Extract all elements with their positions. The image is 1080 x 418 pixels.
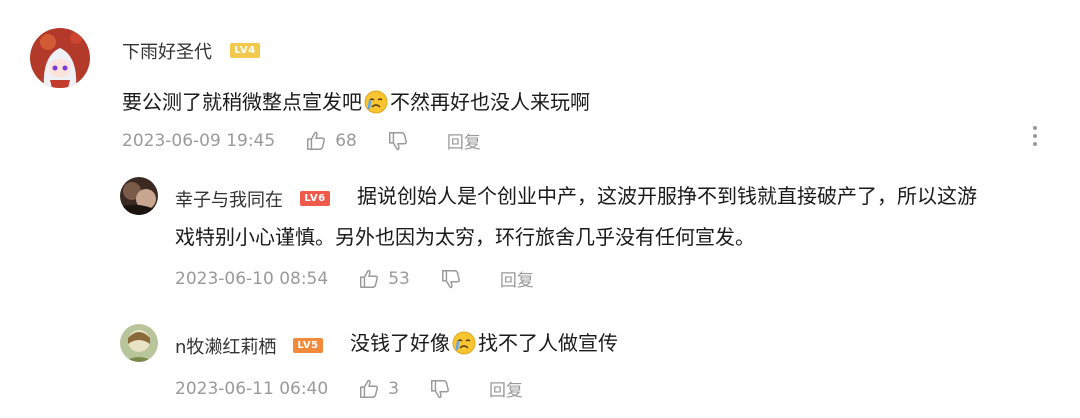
level-badge: LV4 bbox=[230, 43, 260, 58]
like-button[interactable]: 3 bbox=[358, 378, 399, 400]
avatar[interactable] bbox=[120, 324, 158, 362]
comment-meta: 2023-06-11 06:40 3 回复 bbox=[175, 376, 553, 402]
thumbs-down-icon bbox=[441, 269, 460, 288]
crying-face-icon bbox=[364, 90, 388, 114]
like-count: 53 bbox=[388, 268, 410, 289]
comment-time: 2023-06-09 19:45 bbox=[122, 130, 276, 151]
like-count: 3 bbox=[388, 378, 400, 399]
comment-text-line: 据说创始人是个创业中产，这波开服挣不到钱就直接破产了，所以这游 bbox=[357, 184, 977, 208]
thumbs-up-icon bbox=[360, 269, 379, 288]
comment-username[interactable]: n牧濑红莉栖 bbox=[175, 333, 276, 359]
crying-face-icon bbox=[452, 331, 476, 355]
comment-text-part: 不然再好也没人来玩啊 bbox=[390, 90, 590, 114]
more-vertical-icon[interactable] bbox=[1032, 124, 1038, 148]
thumbs-up-icon bbox=[307, 131, 326, 150]
thumbs-down-icon bbox=[388, 131, 407, 150]
like-count: 68 bbox=[335, 130, 357, 151]
avatar[interactable] bbox=[120, 177, 158, 215]
comment-meta: 2023-06-09 19:45 68 回复 bbox=[122, 128, 511, 154]
comment-time: 2023-06-10 08:54 bbox=[175, 268, 329, 289]
reply-button[interactable]: 回复 bbox=[489, 376, 523, 401]
comment-text-part: 找不了人做宣传 bbox=[478, 331, 618, 355]
comment-text: 没钱了好像 找不了人做宣传 bbox=[350, 325, 950, 361]
comment-text: 据说创始人是个创业中产，这波开服挣不到钱就直接破产了，所以这游 戏特别小心谨慎。… bbox=[175, 178, 1055, 255]
reply-button[interactable]: 回复 bbox=[447, 128, 481, 153]
comment-meta: 2023-06-10 08:54 53 回复 bbox=[175, 266, 564, 292]
reply-button[interactable]: 回复 bbox=[500, 266, 534, 291]
comment-text-part: 要公测了就稍微整点宣发吧 bbox=[122, 90, 362, 114]
thumbs-up-icon bbox=[360, 379, 379, 398]
dislike-button[interactable] bbox=[429, 378, 459, 400]
avatar[interactable] bbox=[30, 28, 90, 88]
comment-time: 2023-06-11 06:40 bbox=[175, 378, 329, 399]
comment-username[interactable]: 下雨好圣代 bbox=[122, 38, 212, 64]
comment-text-part: 没钱了好像 bbox=[350, 331, 450, 355]
comment-text: 要公测了就稍微整点宣发吧 不然再好也没人来玩啊 bbox=[122, 84, 1022, 120]
level-badge: LV5 bbox=[293, 338, 323, 353]
dislike-button[interactable] bbox=[387, 130, 417, 152]
dislike-button[interactable] bbox=[440, 268, 470, 290]
like-button[interactable]: 53 bbox=[358, 268, 410, 290]
thumbs-down-icon bbox=[431, 379, 450, 398]
comment-text-line: 戏特别小心谨慎。另外也因为太穷，环行旅舍几乎没有任何宣发。 bbox=[175, 225, 755, 249]
like-button[interactable]: 68 bbox=[305, 130, 357, 152]
